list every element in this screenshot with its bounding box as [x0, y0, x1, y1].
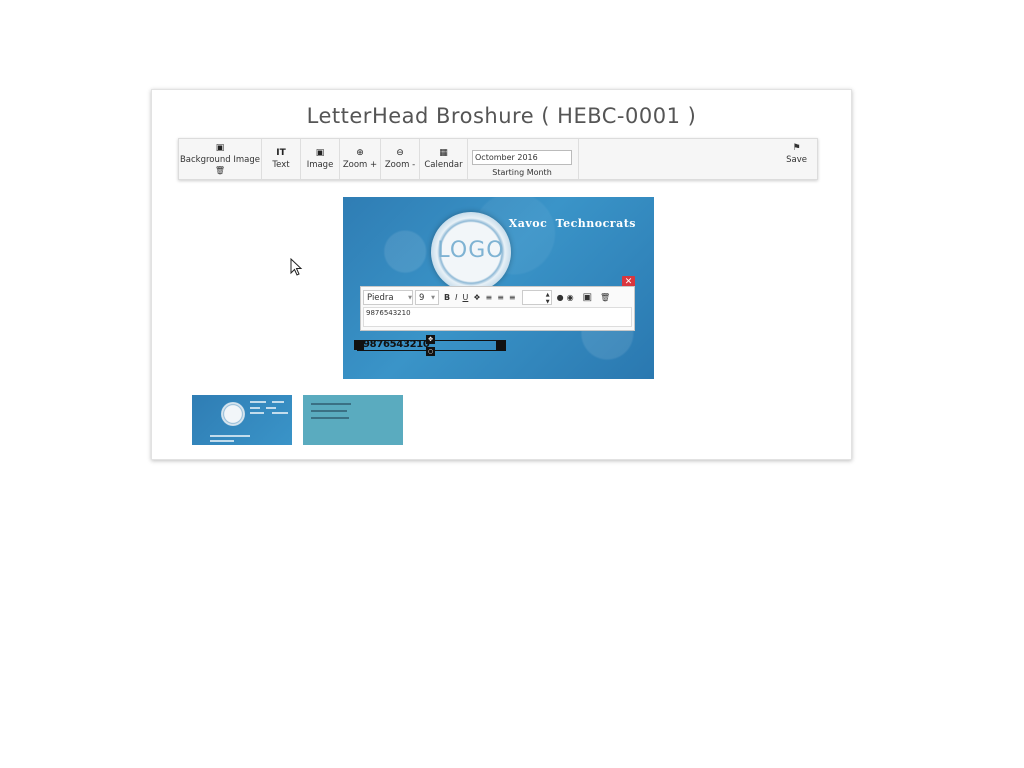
designer-panel: LetterHead Broshure ( HEBC-0001 ) ▣ Back…	[151, 89, 852, 460]
font-select[interactable]: Piedra ▼	[363, 290, 413, 305]
thumbnail-line	[250, 412, 264, 414]
background-image-button[interactable]: ▣ Background Image 🗑	[179, 139, 262, 179]
chevron-down-icon[interactable]: ▼	[546, 299, 550, 305]
thumbnail-line	[272, 401, 284, 403]
designer-toolbar: ▣ Background Image 🗑 IT Text ▣ Image ⊕ Z…	[178, 138, 818, 180]
company-name[interactable]: Xavoc Technocrats	[509, 217, 636, 230]
calendar-button[interactable]: ▦ Calendar	[420, 139, 468, 179]
starting-month-input[interactable]	[472, 150, 572, 165]
page-thumbnail-1[interactable]	[192, 395, 292, 445]
page-thumbnail-2[interactable]	[303, 395, 403, 445]
chevron-up-icon[interactable]: ▲	[546, 292, 550, 298]
save-button[interactable]: ⚑ Save	[786, 143, 807, 165]
text-icon: IT	[276, 148, 286, 158]
text-label: Text	[272, 160, 290, 170]
font-value: Piedra	[367, 292, 394, 303]
thumbnail-line	[311, 403, 351, 405]
zoom-out-icon: ⊖	[396, 148, 404, 158]
text-editor-area[interactable]: 9876543210	[363, 307, 632, 327]
text-button[interactable]: IT Text	[262, 139, 301, 179]
underline-button[interactable]: U	[462, 293, 468, 302]
color-icon[interactable]: ●	[557, 293, 564, 302]
zoom-in-button[interactable]: ⊕ Zoom +	[340, 139, 381, 179]
strike-icon[interactable]: ❖	[473, 293, 480, 302]
toolbar-divider	[577, 139, 579, 179]
chevron-down-icon: ▼	[431, 294, 435, 301]
thumbnail-line	[250, 401, 266, 403]
starting-month-label: Starting Month	[492, 168, 552, 177]
thumbnail-line	[210, 440, 234, 442]
image-icon: ▣	[315, 148, 325, 158]
move-icon[interactable]: ✥	[426, 335, 435, 344]
image-label: Image	[306, 160, 334, 170]
font-size-select[interactable]: 9 ▼	[415, 290, 439, 305]
logo-placeholder[interactable]: LOGO	[431, 212, 511, 292]
mouse-cursor-icon	[290, 258, 303, 276]
trash-icon[interactable]: 🗑	[215, 166, 225, 175]
zoom-in-icon: ⊕	[356, 148, 364, 158]
background-image-label: Background Image	[179, 155, 261, 165]
resize-handle-left[interactable]	[354, 340, 364, 350]
trash-icon[interactable]: 🗑	[600, 293, 610, 302]
text-editor: Piedra ▼ 9 ▼ B I U ❖ ≡ ≡ ≡ ▲ ▼ ● ◉ ▣ 🗑 9…	[360, 286, 635, 331]
thumbnail-line	[311, 417, 349, 419]
selected-text[interactable]: 9876543210	[363, 339, 430, 350]
bold-button[interactable]: B	[444, 293, 450, 302]
align-right-icon[interactable]: ≡	[509, 293, 516, 302]
resize-handle-right[interactable]	[496, 340, 506, 350]
logo-text: LOGO	[437, 238, 505, 263]
thumbnail-line	[210, 435, 250, 437]
settings-icon[interactable]: ◉	[567, 293, 574, 302]
calendar-label: Calendar	[424, 160, 463, 170]
image-icon: ▣	[215, 143, 225, 153]
zoom-out-button[interactable]: ⊖ Zoom -	[381, 139, 420, 179]
starting-month-group: Starting Month	[472, 145, 572, 177]
thumbnail-line	[311, 410, 347, 412]
font-size-value: 9	[419, 292, 425, 303]
zoom-out-label: Zoom -	[384, 160, 416, 170]
rotate-icon[interactable]: ○	[426, 347, 435, 356]
align-center-icon[interactable]: ≡	[497, 293, 504, 302]
flag-icon: ⚑	[792, 143, 801, 153]
image-button[interactable]: ▣ Image	[301, 139, 340, 179]
zoom-in-label: Zoom +	[342, 160, 378, 170]
rotation-stepper[interactable]: ▲ ▼	[521, 290, 552, 305]
save-label: Save	[786, 155, 807, 165]
editor-toolbar: Piedra ▼ 9 ▼ B I U ❖ ≡ ≡ ≡ ▲ ▼ ● ◉ ▣ 🗑	[363, 289, 632, 306]
design-canvas[interactable]: LOGO Xavoc Technocrats ✕ Piedra ▼ 9 ▼ B …	[343, 197, 654, 379]
page-title: LetterHead Broshure ( HEBC-0001 )	[306, 104, 697, 128]
thumbnail-line	[266, 407, 276, 409]
thumbnail-logo	[221, 402, 245, 426]
align-left-icon[interactable]: ≡	[486, 293, 493, 302]
thumbnail-line	[272, 412, 288, 414]
layer-icon[interactable]: ▣	[583, 292, 592, 303]
calendar-icon: ▦	[439, 148, 448, 158]
italic-button[interactable]: I	[455, 293, 457, 302]
chevron-down-icon: ▼	[408, 294, 412, 301]
thumbnail-line	[250, 407, 260, 409]
